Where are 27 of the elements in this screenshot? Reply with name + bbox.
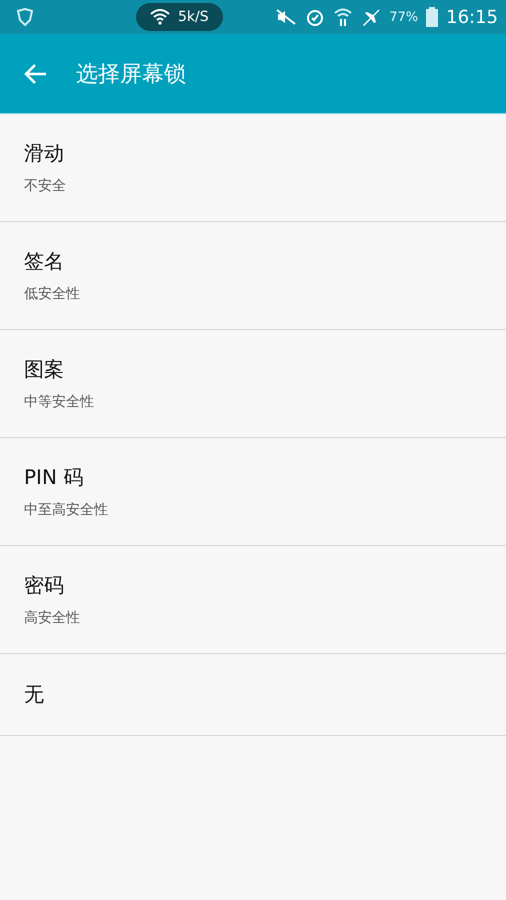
lock-option[interactable]: 滑动 不安全 [0,114,506,222]
lock-option[interactable]: 图案 中等安全性 [0,330,506,438]
option-title: 密码 [24,572,65,599]
option-title: 无 [24,681,45,708]
option-title: 图案 [24,356,65,383]
option-title: 签名 [24,248,65,275]
network-speed-indicator: 5k/S [136,3,223,31]
lock-option[interactable]: 签名 低安全性 [0,222,506,330]
option-subtitle: 不安全 [24,177,67,195]
shield-icon [16,8,34,26]
lock-option[interactable]: 无 [0,654,506,736]
screen-title: 选择屏幕锁 [76,60,186,88]
option-title: 滑动 [24,140,65,167]
option-subtitle: 高安全性 [24,609,81,627]
mute-icon [275,8,298,26]
option-subtitle: 低安全性 [24,285,81,303]
clock: 16:15 [446,6,498,28]
option-subtitle: 中至高安全性 [24,501,109,519]
battery-icon [426,7,438,27]
option-subtitle: 中等安全性 [24,393,95,411]
back-arrow-icon[interactable] [24,62,48,84]
alarm-icon [305,7,326,27]
lock-option[interactable]: PIN 码 中至高安全性 [0,438,506,546]
option-title: PIN 码 [24,464,84,491]
battery-percentage: 77% [389,10,418,24]
wifi-icon [333,7,354,27]
lock-option[interactable]: 密码 高安全性 [0,546,506,654]
